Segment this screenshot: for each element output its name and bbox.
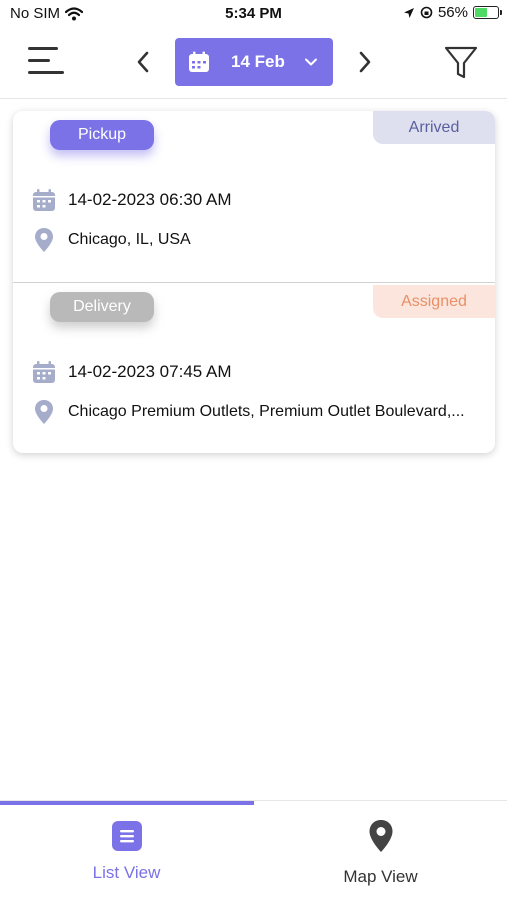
order-location: Chicago Premium Outlets, Premium Outlet … — [68, 403, 465, 420]
status-right: 56% — [403, 4, 502, 21]
header-divider — [0, 98, 507, 99]
location-pin-icon — [31, 227, 57, 253]
order-datetime-row: 14-02-2023 07:45 AM — [31, 359, 232, 385]
tab-list-view[interactable]: List View — [0, 819, 253, 889]
order-type-badge: Delivery — [50, 292, 154, 322]
bottom-tab-bar: List View Map View — [0, 800, 507, 900]
active-tab-indicator — [0, 801, 254, 805]
header: 14 Feb — [0, 32, 507, 98]
chevron-down-icon — [304, 58, 317, 66]
date-picker-button[interactable]: 14 Feb — [175, 38, 333, 86]
location-arrow-icon — [403, 7, 414, 18]
battery-percent: 56% — [437, 4, 468, 21]
order-location: Chicago, IL, USA — [68, 231, 191, 248]
order-card-delivery[interactable]: Delivery Assigned 14-02-2023 07:45 AM Ch… — [13, 282, 495, 453]
status-bar: No SIM 5:34 PM 56% — [0, 0, 507, 28]
battery-fill — [475, 8, 488, 17]
tab-label: List View — [92, 863, 161, 882]
order-datetime: 14-02-2023 06:30 AM — [68, 190, 232, 209]
order-type-badge: Pickup — [50, 120, 154, 150]
order-list: Pickup Arrived 14-02-2023 06:30 AM Chica… — [13, 111, 495, 453]
calendar-icon — [189, 51, 209, 72]
date-label: 14 Feb — [231, 52, 285, 71]
filter-icon[interactable] — [443, 44, 479, 80]
map-pin-icon — [364, 819, 398, 853]
tab-map-view[interactable]: Map View — [254, 819, 507, 889]
order-datetime-row: 14-02-2023 06:30 AM — [31, 187, 232, 213]
chevron-left-icon[interactable] — [132, 49, 154, 75]
chevron-right-icon[interactable] — [354, 49, 376, 75]
calendar-icon — [31, 359, 57, 385]
tab-label: Map View — [343, 867, 418, 886]
battery-icon — [473, 6, 502, 19]
order-location-row: Chicago, IL, USA — [31, 227, 191, 253]
status-badge: Assigned — [373, 285, 495, 318]
order-location-row: Chicago Premium Outlets, Premium Outlet … — [31, 399, 465, 425]
order-card-pickup[interactable]: Pickup Arrived 14-02-2023 06:30 AM Chica… — [13, 111, 495, 282]
list-icon — [110, 819, 144, 853]
order-datetime: 14-02-2023 07:45 AM — [68, 362, 232, 381]
calendar-icon — [31, 187, 57, 213]
location-pin-icon — [31, 399, 57, 425]
status-badge: Arrived — [373, 111, 495, 144]
orientation-lock-icon — [420, 6, 433, 19]
menu-icon[interactable] — [28, 47, 64, 77]
